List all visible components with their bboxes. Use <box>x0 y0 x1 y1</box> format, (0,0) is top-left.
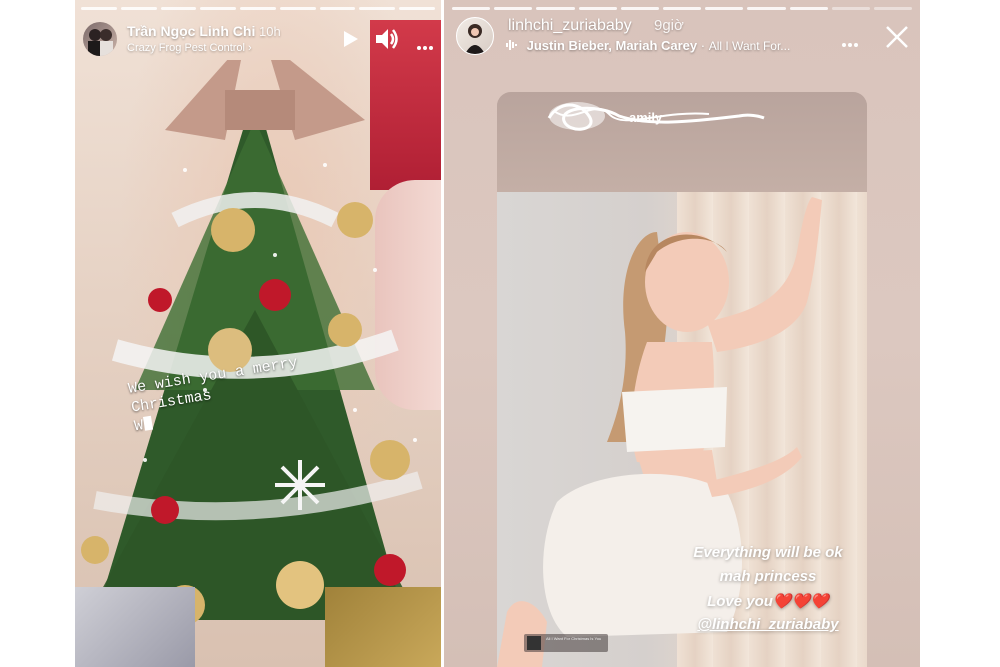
chevron-right-icon: › <box>248 42 252 54</box>
post-time: 10h <box>259 24 281 39</box>
gift-box <box>75 587 195 667</box>
post-time: 9giờ <box>654 17 684 34</box>
music-separator: · <box>700 38 709 53</box>
music-sticker-text: All I Want For Christmas Is You <box>546 636 602 641</box>
story-progress-bar <box>452 7 913 10</box>
subtitle-link[interactable]: Crazy Frog Pest Control › <box>127 42 252 54</box>
album-art <box>527 636 541 650</box>
avatar[interactable] <box>456 17 494 55</box>
avatar[interactable] <box>83 22 117 56</box>
volume-icon[interactable] <box>375 28 399 55</box>
music-artist: Justin Bieber, Mariah Carey <box>526 38 698 53</box>
story-left[interactable]: Trần Ngọc Linh Chi 10h Crazy Frog Pest C… <box>75 0 441 667</box>
text-cursor <box>142 415 154 431</box>
music-info[interactable]: Justin Bieber, Mariah Carey · All I Want… <box>506 38 790 54</box>
story-progress-bar <box>81 7 436 10</box>
repost-handle-fragment: amily <box>629 110 663 125</box>
username[interactable]: linhchi_zuriababy <box>508 17 632 35</box>
close-icon[interactable] <box>884 24 910 50</box>
username[interactable]: Trần Ngọc Linh Chi <box>127 23 255 39</box>
music-wave-icon <box>506 39 518 54</box>
caption-line: mah princess <box>719 568 817 585</box>
caption-line: Everything will be ok <box>693 544 843 561</box>
caption-line: Love you❤️❤️❤️ <box>707 593 829 610</box>
more-icon[interactable] <box>417 37 433 55</box>
play-icon[interactable] <box>343 30 359 53</box>
music-track: All I Want For... <box>708 39 791 53</box>
subtitle-text: Crazy Frog Pest Control <box>127 42 245 54</box>
story-right[interactable]: linhchi_zuriababy 9giờ Justin Bieber, Ma… <box>444 0 920 667</box>
mention-link[interactable]: @linhchi_zuriababy <box>638 616 898 633</box>
more-icon[interactable] <box>842 34 858 52</box>
music-sticker[interactable]: All I Want For Christmas Is You <box>524 634 608 652</box>
gift-box <box>325 587 441 667</box>
